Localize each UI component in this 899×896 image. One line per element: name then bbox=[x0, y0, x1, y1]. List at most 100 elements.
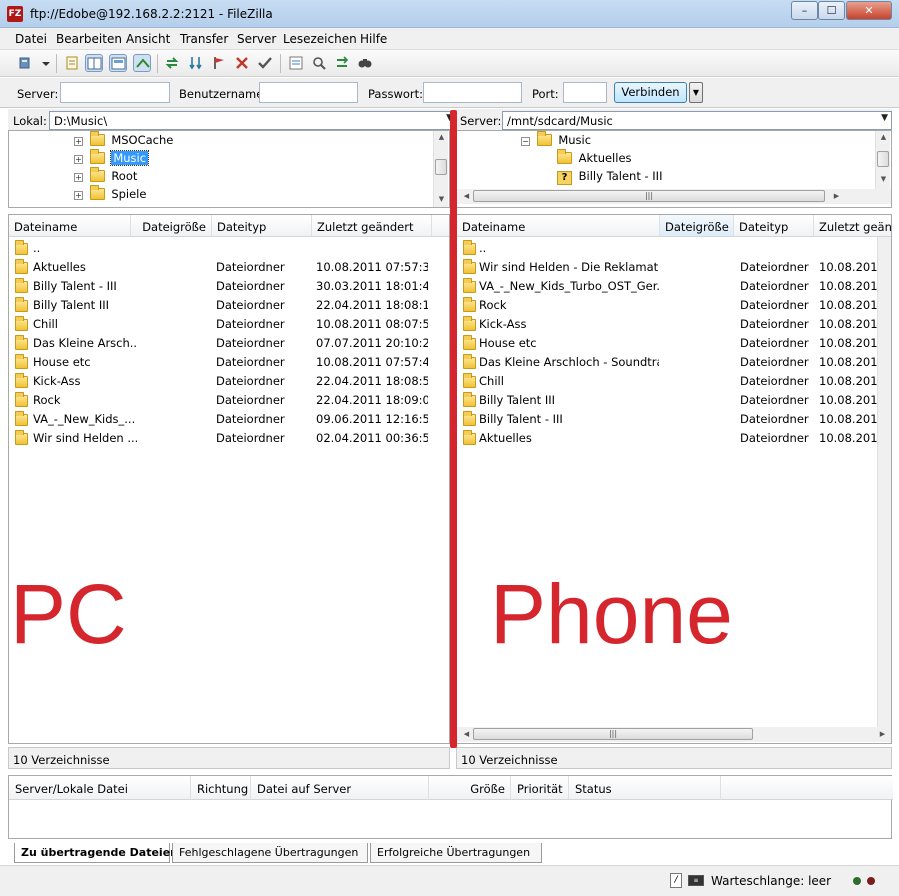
table-row[interactable]: Rock Dateiordner 22.04.2011 18:09:01 bbox=[9, 390, 449, 409]
local-col-size[interactable]: Dateigröße bbox=[131, 215, 212, 237]
local-path-combobox[interactable]: D:\Music\ ▼ bbox=[49, 111, 457, 130]
tree-node[interactable]: ? Billy Talent - III bbox=[557, 169, 662, 187]
table-row[interactable]: Aktuelles Dateiordner 10.08.2011 07:57:34 bbox=[9, 257, 449, 276]
directory-listing-filter-icon[interactable] bbox=[287, 54, 305, 72]
connect-history-dropdown[interactable]: ▼ bbox=[689, 82, 703, 103]
table-row[interactable]: VA_-_New_Kids_... Dateiordner 09.06.2011 1… bbox=[9, 409, 449, 428]
transfer-queue-toggle-icon[interactable] bbox=[133, 54, 151, 72]
expand-icon[interactable]: + bbox=[74, 155, 83, 164]
site-manager-dropdown-icon[interactable] bbox=[37, 54, 51, 72]
title-bar[interactable]: FZ ftp://Edobe@192.168.2.2:2121 - FileZi… bbox=[0, 0, 899, 28]
table-row[interactable]: House etc Dateiordner 10.08.2011 08: bbox=[457, 333, 891, 352]
local-directory-tree[interactable]: + MSOCache + Music + Root + Spiele ▲ ▼ bbox=[8, 130, 450, 208]
search-remote-files-icon[interactable] bbox=[356, 54, 374, 72]
table-row[interactable]: Billy Talent - III Dateiordner 10.08.2011 … bbox=[457, 409, 891, 428]
menu-datei[interactable]: Datei bbox=[15, 32, 47, 46]
scroll-thumb[interactable]: ||| bbox=[473, 728, 753, 740]
menu-transfer[interactable]: Transfer bbox=[180, 32, 228, 46]
table-row[interactable]: Aktuelles Dateiordner 10.08.2011 08: bbox=[457, 428, 891, 447]
synchronized-browsing-icon[interactable] bbox=[333, 54, 351, 72]
remote-col-filename[interactable]: Dateiname bbox=[457, 215, 660, 237]
remote-tree-toggle-icon[interactable] bbox=[109, 54, 127, 72]
transfer-queue[interactable]: Server/Lokale Datei Richtung Datei auf S… bbox=[8, 775, 893, 839]
remote-col-type[interactable]: Dateityp bbox=[734, 215, 814, 237]
reconnect-icon[interactable] bbox=[256, 54, 274, 72]
table-row[interactable]: Kick-Ass Dateiordner 10.08.2011 08: bbox=[457, 314, 891, 333]
port-input[interactable] bbox=[563, 82, 607, 103]
menu-lesezeichen[interactable]: Lesezeichen bbox=[283, 32, 357, 46]
table-row[interactable]: Wir sind Helden ... Dateiordner 02.04.2011… bbox=[9, 428, 449, 447]
chevron-down-icon[interactable]: ▼ bbox=[881, 113, 888, 123]
remote-file-list[interactable]: Dateiname Dateigröße Dateityp Zuletzt ge… bbox=[456, 214, 892, 744]
table-row[interactable]: Billy Talent III Dateiordner 10.08.2011 08… bbox=[457, 390, 891, 409]
tree-node[interactable]: − Music bbox=[521, 131, 591, 151]
process-queue-icon[interactable] bbox=[187, 54, 205, 72]
tab-queued-files[interactable]: Zu übertragende Dateien bbox=[14, 843, 178, 863]
expand-icon[interactable]: + bbox=[74, 173, 83, 182]
table-row[interactable]: Billy Talent - III Dateiordner 30.03.2011 … bbox=[9, 276, 449, 295]
menu-ansicht[interactable]: Ansicht bbox=[126, 32, 170, 46]
remote-tree-hscrollbar[interactable]: ◀ ||| ▶ bbox=[457, 189, 891, 204]
queue-col-direction[interactable]: Richtung bbox=[191, 776, 251, 800]
table-row[interactable]: Billy Talent III Dateiordner 22.04.2011 18… bbox=[9, 295, 449, 314]
server-input[interactable] bbox=[60, 82, 170, 103]
tree-node[interactable]: + Spiele bbox=[74, 185, 146, 205]
local-col-filename[interactable]: Dateiname bbox=[9, 215, 131, 237]
table-row[interactable]: Rock Dateiordner 10.08.2011 08: bbox=[457, 295, 891, 314]
menu-bearbeiten[interactable]: Bearbeiten bbox=[56, 32, 122, 46]
local-col-type[interactable]: Dateityp bbox=[212, 215, 312, 237]
tab-failed-transfers[interactable]: Fehlgeschlagene Übertragungen bbox=[172, 843, 368, 863]
connect-button[interactable]: Verbinden bbox=[614, 82, 687, 103]
scroll-thumb[interactable] bbox=[435, 159, 447, 175]
table-row[interactable]: Chill Dateiordner 10.08.2011 08: bbox=[457, 371, 891, 390]
table-row[interactable]: Kick-Ass Dateiordner 22.04.2011 18:08:50 bbox=[9, 371, 449, 390]
local-tree-toggle-icon[interactable] bbox=[85, 54, 103, 72]
table-row[interactable]: House etc Dateiordner 10.08.2011 07:57:40 bbox=[9, 352, 449, 371]
table-row[interactable]: .. bbox=[457, 238, 891, 257]
table-row[interactable]: .. bbox=[9, 238, 449, 257]
minimize-button[interactable]: – bbox=[791, 1, 818, 20]
site-manager-icon[interactable] bbox=[17, 54, 35, 72]
close-button[interactable]: ✕ bbox=[846, 1, 892, 20]
scroll-thumb[interactable] bbox=[877, 151, 889, 167]
speed-limit-icon[interactable]: ≡ bbox=[688, 875, 704, 886]
cancel-operation-icon[interactable] bbox=[210, 54, 228, 72]
password-input[interactable] bbox=[423, 82, 522, 103]
remote-list-hscrollbar[interactable]: ◀ ||| ▶ bbox=[457, 727, 891, 742]
local-col-modified[interactable]: Zuletzt geändert bbox=[312, 215, 432, 237]
maximize-button[interactable]: ☐ bbox=[818, 1, 845, 20]
table-row[interactable]: VA_-_New_Kids_Turbo_OST_Ger... Dateiordne… bbox=[457, 276, 891, 295]
menu-server[interactable]: Server bbox=[237, 32, 276, 46]
collapse-icon[interactable]: − bbox=[521, 137, 530, 146]
table-row[interactable]: Das Kleine Arsch... Dateiordner 07.07.2011… bbox=[9, 333, 449, 352]
tree-node-selected[interactable]: + Music bbox=[74, 149, 150, 169]
table-row[interactable]: Chill Dateiordner 10.08.2011 08:07:51 bbox=[9, 314, 449, 333]
remote-col-size[interactable]: Dateigröße bbox=[660, 215, 734, 237]
queue-col-priority[interactable]: Priorität bbox=[511, 776, 569, 800]
tree-node[interactable]: Aktuelles bbox=[557, 149, 632, 169]
tree-node[interactable]: + MSOCache bbox=[74, 131, 173, 151]
compare-directories-icon[interactable] bbox=[310, 54, 328, 72]
local-tree-scrollbar[interactable]: ▲ ▼ bbox=[433, 131, 448, 207]
disconnect-icon[interactable] bbox=[233, 54, 251, 72]
table-row[interactable]: Wir sind Helden - Die Reklamati... Dateio… bbox=[457, 257, 891, 276]
menu-hilfe[interactable]: Hilfe bbox=[360, 32, 387, 46]
queue-col-remote-file[interactable]: Datei auf Server bbox=[251, 776, 429, 800]
tab-successful-transfers[interactable]: Erfolgreiche Übertragungen bbox=[370, 843, 542, 863]
expand-icon[interactable]: + bbox=[74, 137, 83, 146]
message-log-icon[interactable] bbox=[63, 54, 81, 72]
queue-col-size[interactable]: Größe bbox=[429, 776, 511, 800]
tree-node[interactable]: + Root bbox=[74, 167, 137, 187]
queue-col-status[interactable]: Status bbox=[569, 776, 721, 800]
remote-col-modified[interactable]: Zuletzt geänd bbox=[814, 215, 891, 237]
remote-directory-tree[interactable]: − Music Aktuelles ? Billy Talent - III ▲… bbox=[456, 130, 892, 208]
table-row[interactable]: Das Kleine Arschloch - Soundtra... Dateio… bbox=[457, 352, 891, 371]
refresh-icon[interactable] bbox=[163, 54, 181, 72]
remote-tree-vscrollbar[interactable]: ▲ ▼ bbox=[875, 131, 890, 189]
remote-path-combobox[interactable]: /mnt/sdcard/Music ▼ bbox=[502, 111, 892, 130]
local-file-list[interactable]: Dateiname Dateigröße Dateityp Zuletzt ge… bbox=[8, 214, 450, 744]
remote-list-vscrollbar[interactable] bbox=[877, 237, 891, 727]
queue-col-local-file[interactable]: Server/Lokale Datei bbox=[9, 776, 191, 800]
scroll-thumb[interactable]: ||| bbox=[473, 190, 825, 202]
expand-icon[interactable]: + bbox=[74, 191, 83, 200]
